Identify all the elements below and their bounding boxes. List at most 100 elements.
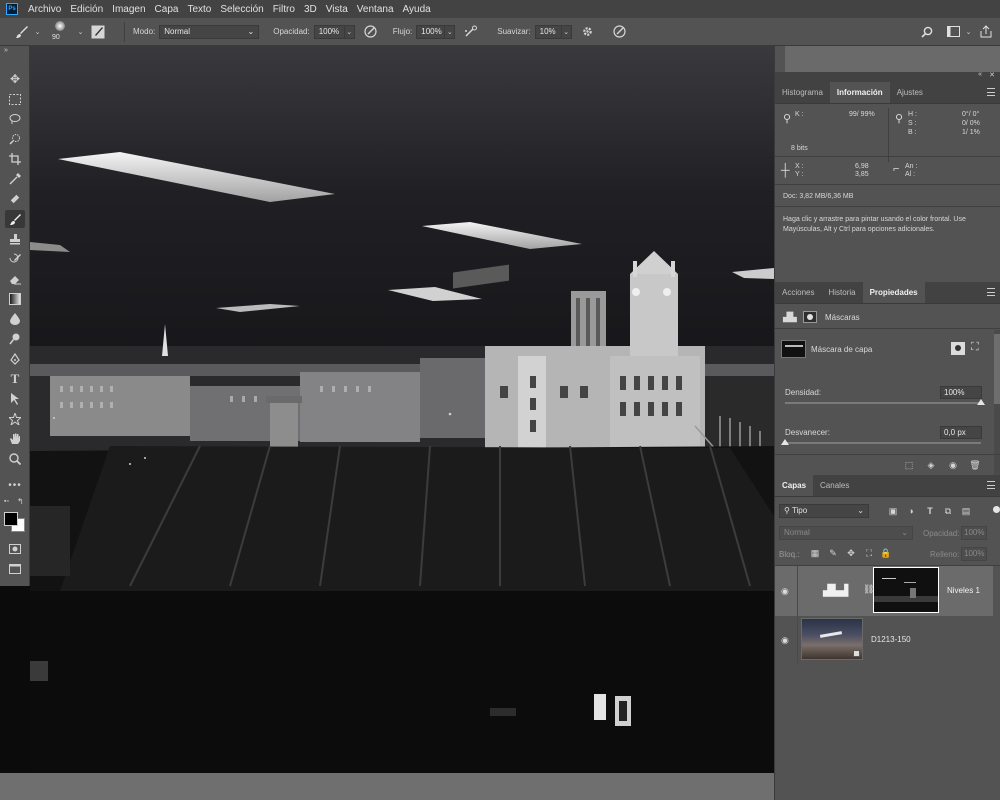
eraser-tool-icon[interactable] <box>5 270 25 288</box>
airbrush-icon[interactable] <box>463 24 479 40</box>
gear-icon[interactable] <box>580 24 596 40</box>
eyedropper-tool-icon[interactable] <box>5 170 25 188</box>
opacity-dropdown[interactable]: ⌄ <box>343 24 355 39</box>
mode-select[interactable]: Normal ⌄ <box>159 24 260 39</box>
screen-mode-icon[interactable] <box>5 560 25 578</box>
zoom-tool-icon[interactable] <box>5 450 25 468</box>
mask-thumbnail[interactable] <box>781 340 806 358</box>
eye-icon[interactable]: ◉ <box>947 459 959 471</box>
lock-artboard-icon[interactable]: ⛶ <box>863 547 875 559</box>
selection-from-mask-icon[interactable]: ⬚ <box>903 459 915 471</box>
load-selection-icon[interactable]: ⛶ <box>971 341 979 354</box>
chevron-down-icon[interactable]: ⌄ <box>75 25 86 39</box>
pressure-opacity-icon[interactable] <box>363 24 379 40</box>
menu-texto[interactable]: Texto <box>187 4 211 15</box>
menu-ventana[interactable]: Ventana <box>357 4 394 15</box>
lock-transparent-icon[interactable]: ▦ <box>809 547 821 559</box>
filter-smart-object-icon[interactable]: ▤ <box>960 505 972 517</box>
healing-brush-tool-icon[interactable] <box>5 190 25 208</box>
feather-slider-thumb[interactable] <box>781 439 789 445</box>
collapse-toolbar-icon[interactable]: » <box>4 47 8 54</box>
move-tool-icon[interactable]: ✥ <box>5 70 25 88</box>
crop-tool-icon[interactable] <box>5 150 25 168</box>
menu-edicion[interactable]: Edición <box>70 4 103 15</box>
layer-row-photo[interactable]: ◉ D1213-150 <box>775 617 993 667</box>
blur-tool-icon[interactable] <box>5 310 25 328</box>
feather-input[interactable]: 0,0 px <box>940 426 982 439</box>
chevron-down-icon[interactable]: ⌄ <box>32 25 43 39</box>
filter-shape-icon[interactable]: ⧉ <box>942 505 954 517</box>
lock-all-icon[interactable]: 🔒 <box>880 547 892 559</box>
layer-filter-select[interactable]: ⚲ Tipo ⌄ <box>779 504 869 518</box>
menu-imagen[interactable]: Imagen <box>112 4 145 15</box>
chevron-down-icon[interactable]: ⌄ <box>963 25 974 39</box>
clone-stamp-tool-icon[interactable] <box>5 230 25 248</box>
type-tool-icon[interactable]: T <box>5 370 25 388</box>
tab-acciones[interactable]: Acciones <box>775 282 821 303</box>
pressure-size-icon[interactable] <box>612 24 628 40</box>
eyedropper-icon[interactable]: ⚲ <box>895 112 903 125</box>
dodge-tool-icon[interactable] <box>5 330 25 348</box>
flow-input[interactable]: 100% <box>416 24 445 39</box>
document-canvas[interactable] <box>30 46 774 773</box>
mask-mode-icon[interactable] <box>803 311 817 323</box>
gradient-tool-icon[interactable] <box>5 290 25 308</box>
panel-menu-icon[interactable] <box>987 288 995 296</box>
panel-menu-icon[interactable] <box>987 481 995 489</box>
search-icon[interactable] <box>919 24 935 40</box>
layer-opacity-input[interactable]: 100% <box>961 526 987 540</box>
tab-histograma[interactable]: Histograma <box>775 82 830 103</box>
swap-colors-icon[interactable]: ↰ <box>17 497 24 506</box>
shape-tool-icon[interactable] <box>5 410 25 428</box>
share-icon[interactable] <box>978 24 994 40</box>
workspace-icon[interactable] <box>945 24 961 40</box>
layer-row-niveles[interactable]: ◉ ▟▙▟ ⛓ Niveles 1 <box>775 566 993 616</box>
default-colors-icon[interactable]: ▪▫ <box>4 498 9 505</box>
layer-thumbnail[interactable] <box>801 618 863 660</box>
quick-selection-tool-icon[interactable] <box>5 130 25 148</box>
filter-type-icon[interactable]: T <box>924 505 936 517</box>
filter-toggle[interactable] <box>993 506 1000 513</box>
layer-mask-thumbnail[interactable] <box>873 567 939 613</box>
feather-slider-track[interactable] <box>785 442 981 444</box>
apply-mask-icon[interactable]: ◈ <box>925 459 937 471</box>
eye-icon[interactable]: ◉ <box>781 635 791 645</box>
density-slider-track[interactable] <box>785 402 981 404</box>
menu-archivo[interactable]: Archivo <box>28 4 61 15</box>
close-panel-icon[interactable]: ✕ <box>989 71 995 79</box>
brush-settings-panel-icon[interactable] <box>90 24 106 40</box>
panel-menu-icon[interactable] <box>987 88 995 96</box>
fill-input[interactable]: 100% <box>961 547 987 561</box>
menu-vista[interactable]: Vista <box>326 4 348 15</box>
tab-propiedades[interactable]: Propiedades <box>862 282 925 303</box>
menu-ayuda[interactable]: Ayuda <box>403 4 431 15</box>
flow-dropdown[interactable]: ⌄ <box>444 24 456 39</box>
select-mask-icon[interactable] <box>951 342 965 355</box>
foreground-color-swatch[interactable] <box>4 512 18 526</box>
eye-icon[interactable]: ◉ <box>781 586 791 596</box>
filter-adjustment-icon[interactable]: ◑ <box>905 505 917 517</box>
filter-pixel-icon[interactable]: ▣ <box>887 505 899 517</box>
tab-ajustes[interactable]: Ajustes <box>890 82 930 103</box>
history-brush-tool-icon[interactable] <box>5 250 25 268</box>
tab-canales[interactable]: Canales <box>813 475 856 496</box>
brush-tool-preset-icon[interactable] <box>14 24 30 40</box>
eyedropper-icon[interactable]: ⚲ <box>783 112 791 125</box>
smoothing-dropdown[interactable]: ⌄ <box>560 24 572 39</box>
tab-capas[interactable]: Capas <box>775 475 814 496</box>
density-slider-thumb[interactable] <box>977 399 985 405</box>
collapse-panels-icon[interactable]: « <box>978 71 982 78</box>
lasso-tool-icon[interactable] <box>5 110 25 128</box>
brush-tool-icon[interactable] <box>5 210 25 228</box>
path-selection-tool-icon[interactable] <box>5 390 25 408</box>
lock-pixels-icon[interactable]: ✎ <box>827 547 839 559</box>
hand-tool-icon[interactable] <box>5 430 25 448</box>
menu-filtro[interactable]: Filtro <box>273 4 295 15</box>
menu-3d[interactable]: 3D <box>304 4 317 15</box>
quick-mask-icon[interactable] <box>5 540 25 558</box>
lock-position-icon[interactable]: ✥ <box>845 547 857 559</box>
pen-tool-icon[interactable] <box>5 350 25 368</box>
tab-informacion[interactable]: Información <box>829 82 890 103</box>
menu-seleccion[interactable]: Selección <box>220 4 263 15</box>
opacity-input[interactable]: 100% <box>313 24 344 39</box>
